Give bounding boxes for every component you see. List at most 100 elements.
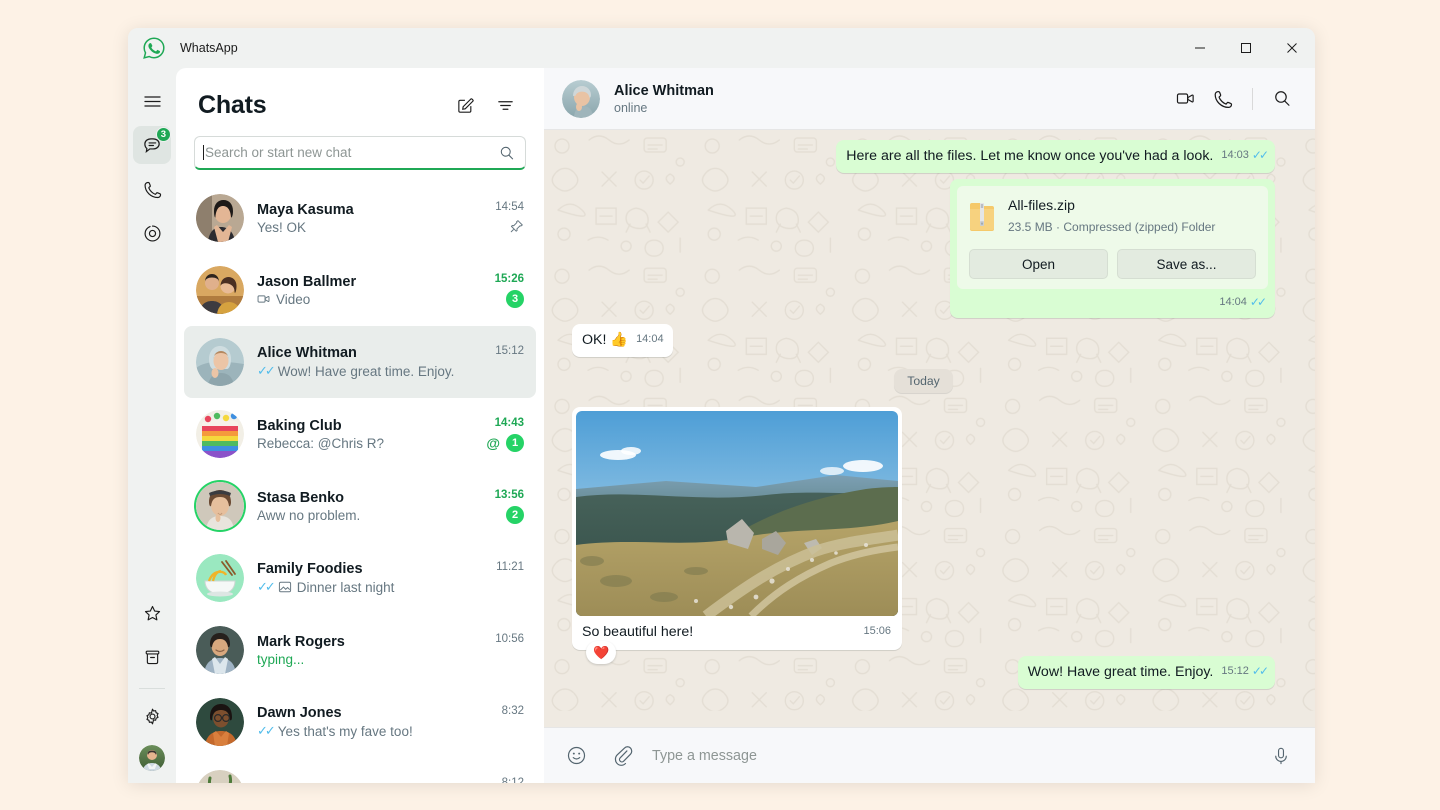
chat-item-time: 15:12 <box>495 345 524 357</box>
settings-button[interactable] <box>133 697 171 735</box>
gear-icon <box>143 707 162 726</box>
emoji-button[interactable] <box>560 740 592 772</box>
message-input[interactable] <box>652 748 1251 764</box>
avatar <box>196 194 244 242</box>
chat-item-meta: 14:43 @1 <box>482 417 524 452</box>
search-chat-button[interactable] <box>1265 82 1299 116</box>
read-receipt-ticks: ✓✓ <box>257 363 273 379</box>
chat-item-badges <box>509 218 524 236</box>
status-button[interactable] <box>133 214 171 252</box>
chat-item-name: Mark Rogers <box>257 634 469 650</box>
file-info: 23.5 MB · Compressed (zipped) Folder <box>1008 218 1215 237</box>
chat-item-preview: typing... <box>257 652 469 667</box>
message-row: So beautiful here! 15:06 ❤️ <box>572 407 1275 650</box>
file-details: All-files.zip 23.5 MB · Compressed (zipp… <box>1008 196 1215 237</box>
messages-scroll: Here are all the files. Let me know once… <box>572 140 1275 719</box>
file-message-bubble[interactable]: All-files.zip 23.5 MB · Compressed (zipp… <box>950 179 1275 318</box>
minimize-button[interactable] <box>1177 28 1223 68</box>
read-receipt-ticks: ✓✓ <box>257 579 273 595</box>
avatar <box>196 266 244 314</box>
chat-item-time: 8:12 <box>502 777 524 784</box>
filter-button[interactable] <box>488 88 522 122</box>
maximize-button[interactable] <box>1223 28 1269 68</box>
profile-avatar[interactable] <box>139 745 165 771</box>
chat-item-preview: ✓✓ Dinner last night <box>257 579 469 595</box>
menu-button[interactable] <box>133 82 171 120</box>
chat-list-item[interactable]: Family Foodies ✓✓ Dinner last night 11:2… <box>184 542 536 614</box>
contact-info[interactable]: Alice Whitman online <box>614 83 1168 115</box>
search-icon[interactable] <box>499 145 515 161</box>
attach-button[interactable] <box>606 740 638 772</box>
conversation-pane: Alice Whitman online <box>544 68 1315 783</box>
read-receipt-ticks: ✓✓ <box>1250 293 1264 312</box>
starred-button[interactable] <box>133 594 171 632</box>
whatsapp-logo-icon <box>142 36 166 60</box>
message-list[interactable]: Here are all the files. Let me know once… <box>544 130 1315 727</box>
message-row: OK! 👍 14:04 <box>572 324 1275 357</box>
chat-item-meta: 8:32 <box>482 705 524 740</box>
calls-button[interactable] <box>133 170 171 208</box>
chat-item-content: Dawn Jones ✓✓Yes that's my fave too! <box>257 705 469 739</box>
chat-list-item[interactable]: Mark Rogers typing... 10:56 <box>184 614 536 686</box>
message-time: 14:04 <box>636 330 664 349</box>
file-actions: Open Save as... <box>969 249 1256 279</box>
message-text: Wow! Have great time. Enjoy. <box>1028 663 1214 682</box>
chat-list-item[interactable]: Stasa Benko Aww no problem. 13:56 2 <box>184 470 536 542</box>
unread-count-badge: 3 <box>506 290 524 308</box>
status-circles-icon <box>143 224 162 243</box>
chat-item-time: 14:54 <box>495 201 524 213</box>
chat-list[interactable]: Maya Kasuma Yes! OK 14:54 Jason Ballmer … <box>176 178 544 783</box>
chat-item-preview: Rebecca: @Chris R? <box>257 436 469 451</box>
chat-item-time: 14:43 <box>495 417 524 429</box>
action-divider <box>1252 88 1253 110</box>
chat-item-preview-text: Yes! OK <box>257 220 306 235</box>
message-meta: 15:06 <box>863 622 891 642</box>
chat-item-preview-text: Rebecca: @Chris R? <box>257 436 384 451</box>
chat-item-content: Jason Ballmer Video <box>257 274 469 307</box>
chat-item-name: Family Foodies <box>257 561 469 577</box>
chat-list-item[interactable]: Alice Whitman ✓✓Wow! Have great time. En… <box>184 326 536 398</box>
chat-item-preview-text: Aww no problem. <box>257 508 360 523</box>
file-save-as-button[interactable]: Save as... <box>1117 249 1256 279</box>
message-reaction[interactable]: ❤️ <box>586 641 616 664</box>
chat-list-item[interactable]: Baking Club Rebecca: @Chris R? 14:43 @1 <box>184 398 536 470</box>
contact-avatar[interactable] <box>562 80 600 118</box>
chat-list-item[interactable]: Jason Ballmer Video 15:26 3 <box>184 254 536 326</box>
message-text: OK! 👍 <box>582 331 628 350</box>
search-box[interactable] <box>194 136 526 170</box>
message-bubble[interactable]: Wow! Have great time. Enjoy. 15:12✓✓ <box>1018 656 1275 689</box>
chat-item-meta: 15:26 3 <box>482 273 524 308</box>
message-bubble[interactable]: OK! 👍 14:04 <box>572 324 673 357</box>
chat-item-preview-text: Dinner last night <box>297 580 395 595</box>
message-bubble[interactable]: Here are all the files. Let me know once… <box>836 140 1275 173</box>
voice-record-button[interactable] <box>1265 740 1297 772</box>
search-input[interactable] <box>205 145 499 160</box>
message-photo[interactable] <box>576 411 898 616</box>
message-content: OK! 👍 14:04 <box>572 324 673 357</box>
message-content: Here are all the files. Let me know once… <box>836 140 1275 173</box>
chat-list-item[interactable]: Dawn Jones ✓✓Yes that's my fave too! 8:3… <box>184 686 536 758</box>
archived-button[interactable] <box>133 638 171 676</box>
chat-item-badges: @1 <box>486 434 524 452</box>
search-icon <box>1273 89 1292 108</box>
new-chat-button[interactable] <box>448 88 482 122</box>
video-call-button[interactable] <box>1168 82 1202 116</box>
close-button[interactable] <box>1269 28 1315 68</box>
message-time: 15:06 <box>863 622 891 641</box>
message-row: All-files.zip 23.5 MB · Compressed (zipp… <box>572 179 1275 318</box>
attachment-clip-icon <box>612 745 633 766</box>
chats-button[interactable]: 3 <box>133 126 171 164</box>
app-body: 3 <box>128 68 1315 783</box>
chat-list-item[interactable]: Maya Kasuma Yes! OK 14:54 <box>184 182 536 254</box>
chat-item-meta: 13:56 2 <box>482 489 524 524</box>
chat-item-preview: Yes! OK <box>257 220 469 235</box>
voice-call-button[interactable] <box>1206 82 1240 116</box>
chat-item-content: Maya Kasuma Yes! OK <box>257 202 469 235</box>
photo-message-bubble[interactable]: So beautiful here! 15:06 ❤️ <box>572 407 902 650</box>
avatar <box>196 338 244 386</box>
file-open-button[interactable]: Open <box>969 249 1108 279</box>
chat-item-badges: 3 <box>506 290 524 308</box>
message-time: 14:04 <box>1219 293 1247 312</box>
filter-icon <box>496 96 515 115</box>
chat-list-item[interactable]: Ziggy Woodley 8:12 <box>184 758 536 783</box>
